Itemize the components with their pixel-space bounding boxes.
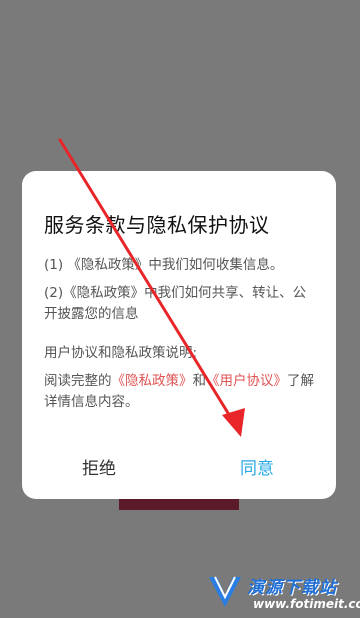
agree-button[interactable]: 同意 [240, 454, 274, 479]
watermark-logo-icon [209, 576, 241, 607]
dialog-title: 服务条款与隐私保护协议 [44, 213, 270, 237]
reject-button[interactable]: 拒绝 [82, 454, 116, 479]
read-prefix: 阅读完整的 [44, 373, 112, 389]
watermark-url: www.fotimeit.com [253, 597, 360, 611]
site-watermark: 演源下载站 www.fotimeit.com [205, 567, 360, 615]
user-agreement-link[interactable]: 《用户协议》 [206, 373, 287, 389]
section-title: 用户协议和隐私政策说明: [44, 345, 198, 361]
item-share-info: (2)《隐私政策》中我们如何共享、转让、公开披露您的信息 [44, 285, 307, 322]
privacy-policy-link[interactable]: 《隐私政策》 [112, 373, 193, 389]
and-text: 和 [192, 373, 207, 389]
item-collect-info: (1) 《隐私政策》中我们如何收集信息。 [44, 257, 284, 273]
watermark-title: 演源下载站 [247, 578, 337, 598]
privacy-agreement-dialog: 服务条款与隐私保护协议 (1) 《隐私政策》中我们如何收集信息。 (2)《隐私政… [22, 171, 336, 499]
read-full-text: 阅读完整的《隐私政策》和《用户协议》了解详情信息内容。 [44, 371, 314, 413]
